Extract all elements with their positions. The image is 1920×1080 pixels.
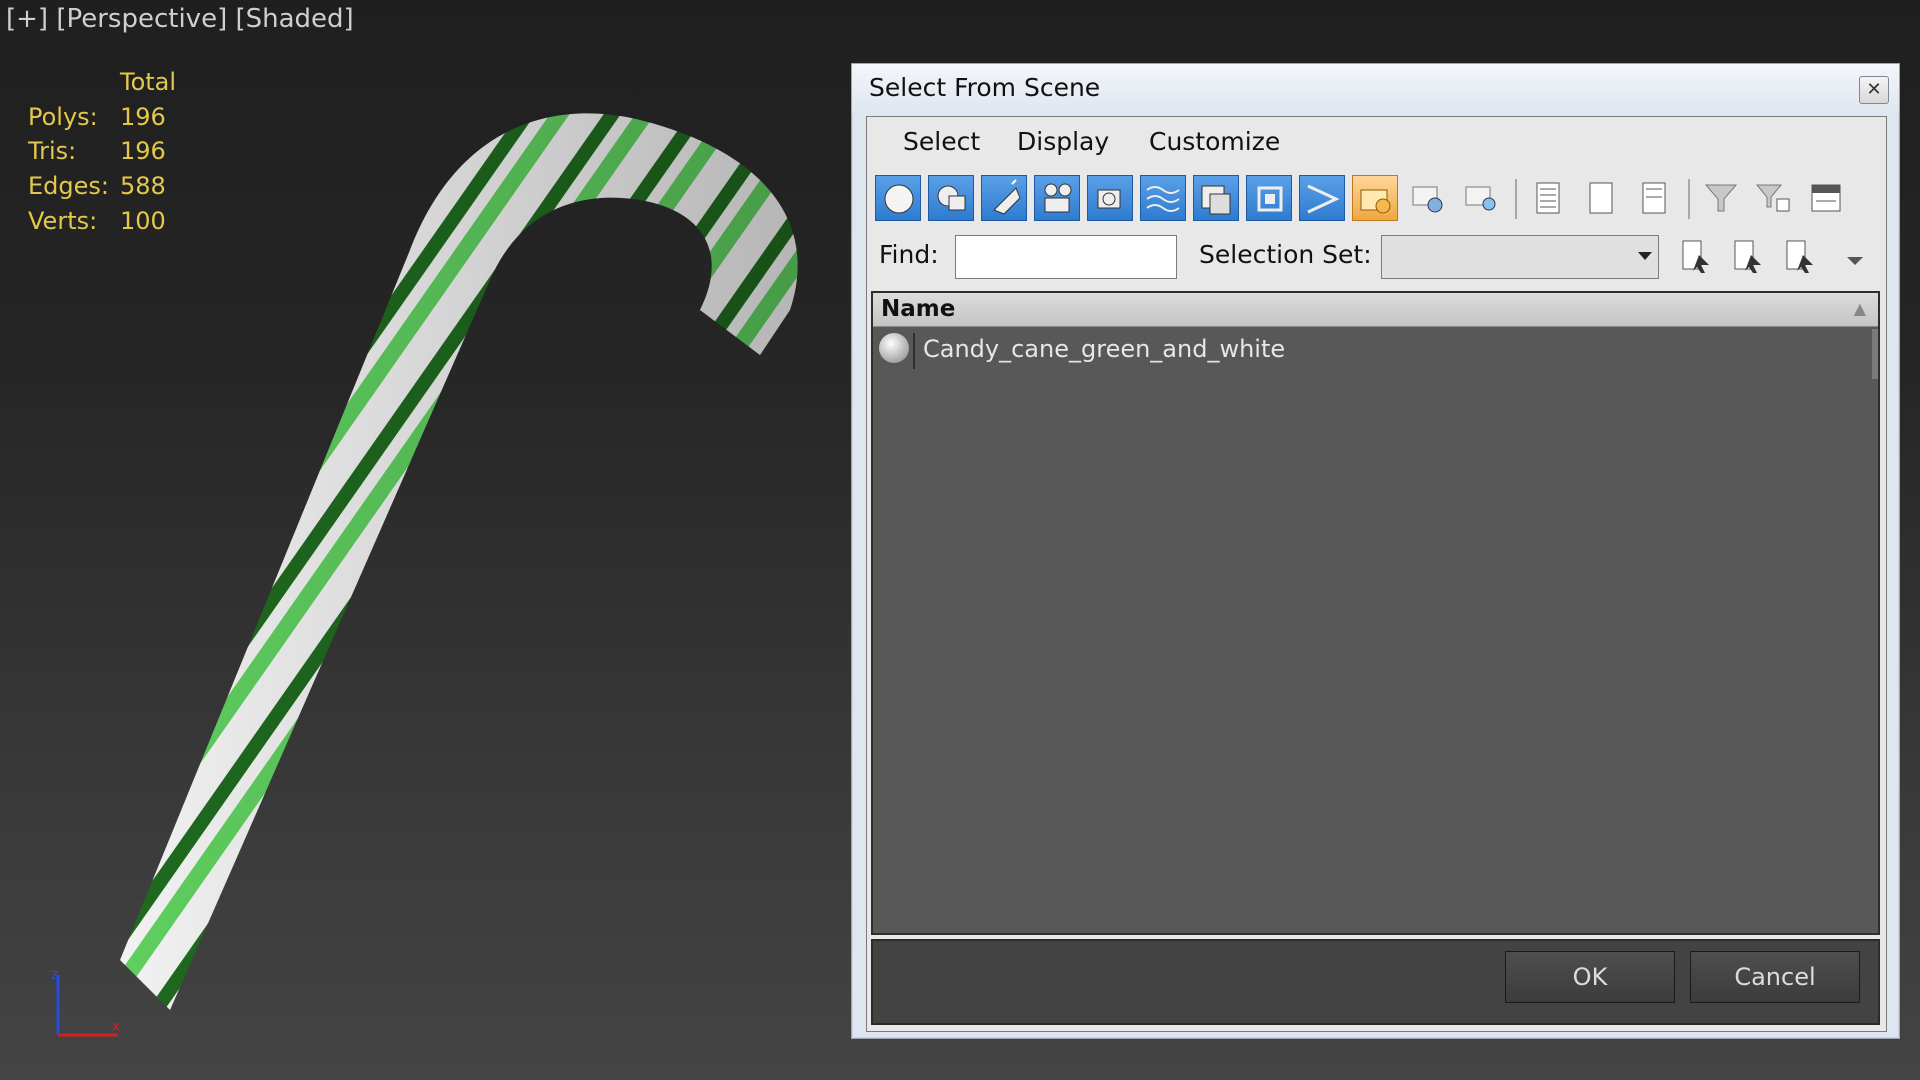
hidden-filter-icon[interactable]: [1458, 175, 1504, 221]
toolbar-separator: [1515, 179, 1517, 219]
xrefs-filter-icon[interactable]: [1246, 175, 1292, 221]
filter-toolbar: [875, 175, 1875, 221]
toolbar-overflow-icon[interactable]: [1835, 237, 1875, 277]
cameras-filter-icon[interactable]: [1034, 175, 1080, 221]
lights-filter-icon[interactable]: [981, 175, 1027, 221]
create-selection-set-icon[interactable]: [1675, 237, 1715, 277]
candy-cane-shading: [120, 113, 798, 1010]
chevron-down-icon: [1638, 252, 1652, 260]
candy-cane-model[interactable]: [0, 0, 840, 1080]
axis-z-label: z: [51, 967, 58, 983]
cancel-button[interactable]: Cancel: [1690, 951, 1860, 1003]
close-icon: ✕: [1866, 79, 1882, 100]
selection-set-label: Selection Set:: [1199, 240, 1372, 269]
bones-filter-icon[interactable]: [1299, 175, 1345, 221]
sort-ascending-icon: ▲: [1853, 299, 1866, 318]
display-none-icon[interactable]: [1578, 175, 1624, 221]
collapse-icon[interactable]: [1804, 175, 1850, 221]
list-item[interactable]: Candy_cane_green_and_white: [873, 329, 1878, 373]
frozen-filter-icon[interactable]: [1405, 175, 1451, 221]
helpers-filter-icon[interactable]: [1087, 175, 1133, 221]
menu-customize[interactable]: Customize: [1149, 127, 1280, 156]
close-button[interactable]: ✕: [1859, 76, 1889, 104]
scrollbar[interactable]: [1872, 329, 1878, 379]
name-column-label: Name: [881, 296, 956, 322]
selection-set-dropdown[interactable]: [1381, 235, 1659, 279]
dialog-footer: OK Cancel: [871, 939, 1880, 1025]
display-invert-icon[interactable]: [1631, 175, 1677, 221]
row-divider: [913, 333, 915, 369]
object-name: Candy_cane_green_and_white: [923, 335, 1286, 363]
find-label: Find:: [879, 240, 939, 269]
find-row: Find: Selection Set:: [867, 231, 1886, 283]
remove-from-selection-set-icon[interactable]: [1779, 237, 1819, 277]
dialog-content: Select Display Customize Find: Selection…: [866, 116, 1887, 1032]
axis-gizmo: z x: [51, 967, 120, 1037]
toolbar-separator: [1688, 179, 1690, 219]
find-input[interactable]: [955, 235, 1177, 279]
groups-filter-icon[interactable]: [1193, 175, 1239, 221]
geometry-object-icon: [877, 331, 911, 369]
containers-filter-icon[interactable]: [1352, 175, 1398, 221]
filter-icon[interactable]: [1698, 175, 1744, 221]
axis-x-label: x: [112, 1019, 120, 1035]
spacewarps-filter-icon[interactable]: [1140, 175, 1186, 221]
dialog-titlebar[interactable]: Select From Scene ✕: [852, 64, 1899, 114]
ok-button[interactable]: OK: [1505, 951, 1675, 1003]
dialog-title: Select From Scene: [869, 73, 1101, 102]
name-column-header[interactable]: Name ▲: [873, 293, 1878, 327]
select-from-scene-dialog: Select From Scene ✕ Select Display Custo…: [851, 63, 1900, 1039]
shapes-filter-icon[interactable]: [928, 175, 974, 221]
add-to-selection-set-icon[interactable]: [1727, 237, 1767, 277]
display-all-icon[interactable]: [1525, 175, 1571, 221]
menu-display[interactable]: Display: [1017, 127, 1109, 156]
menu-select[interactable]: Select: [903, 127, 980, 156]
scene-object-list[interactable]: Name ▲ Candy_cane_green_and_white: [871, 291, 1880, 935]
geometry-filter-icon[interactable]: [875, 175, 921, 221]
menu-bar: Select Display Customize: [867, 117, 1886, 167]
filter-options-icon[interactable]: [1751, 175, 1797, 221]
